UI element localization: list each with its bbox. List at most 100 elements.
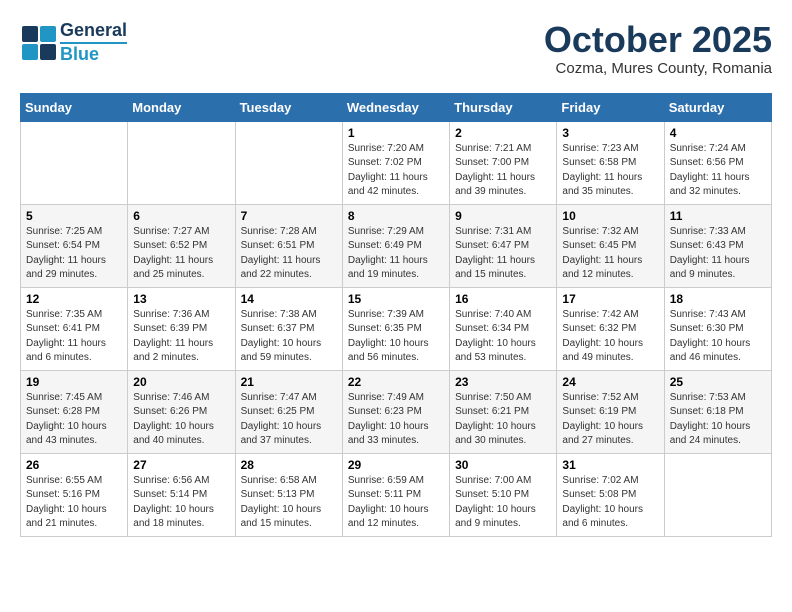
calendar-cell: 7 Sunrise: 7:28 AM Sunset: 6:51 PM Daylig… xyxy=(235,204,342,287)
day-number: 29 xyxy=(348,458,444,472)
day-number: 2 xyxy=(455,126,551,140)
day-number: 10 xyxy=(562,209,658,223)
calendar-cell: 17Sunrise: 7:42 AM Sunset: 6:32 PM Dayli… xyxy=(557,287,664,370)
day-number: 16 xyxy=(455,292,551,306)
day-number: 5 xyxy=(26,209,122,223)
day-info: Sunrise: 7:28 AM Sunset: 6:51 PM Dayligh… xyxy=(241,225,337,283)
day-info: Sunrise: 7:47 AM Sunset: 6:25 PM Dayligh… xyxy=(241,391,337,449)
week-row-1: 1 Sunrise: 7:20 AM Sunset: 7:02 PM Daylig… xyxy=(21,121,772,204)
month-title: October 2025 xyxy=(544,20,772,60)
day-number: 15 xyxy=(348,292,444,306)
day-info: Sunrise: 7:43 AM Sunset: 6:30 PM Dayligh… xyxy=(670,308,766,366)
day-info: Sunrise: 7:50 AM Sunset: 6:21 PM Dayligh… xyxy=(455,391,551,449)
day-number: 22 xyxy=(348,375,444,389)
weekday-header-thursday: Thursday xyxy=(450,93,557,121)
calendar-cell: 29Sunrise: 6:59 AM Sunset: 5:11 PM Dayli… xyxy=(342,453,449,536)
calendar-cell: 16 Sunrise: 7:40 AM Sunset: 6:34 PM Dayli… xyxy=(450,287,557,370)
calendar-cell: 23Sunrise: 7:50 AM Sunset: 6:21 PM Dayli… xyxy=(450,370,557,453)
weekday-header-friday: Friday xyxy=(557,93,664,121)
calendar-cell: 5 Sunrise: 7:25 AM Sunset: 6:54 PM Daylig… xyxy=(21,204,128,287)
day-info: Sunrise: 7:25 AM Sunset: 6:54 PM Dayligh… xyxy=(26,225,122,283)
week-row-2: 5 Sunrise: 7:25 AM Sunset: 6:54 PM Daylig… xyxy=(21,204,772,287)
calendar-cell: 24 Sunrise: 7:52 AM Sunset: 6:19 PM Dayli… xyxy=(557,370,664,453)
day-number: 11 xyxy=(670,209,766,223)
day-number: 21 xyxy=(241,375,337,389)
calendar-cell xyxy=(235,121,342,204)
calendar-cell: 10 Sunrise: 7:32 AM Sunset: 6:45 PM Dayli… xyxy=(557,204,664,287)
day-info: Sunrise: 6:55 AM Sunset: 5:16 PM Dayligh… xyxy=(26,474,122,532)
day-number: 30 xyxy=(455,458,551,472)
calendar-cell: 20 Sunrise: 7:46 AM Sunset: 6:26 PM Dayli… xyxy=(128,370,235,453)
logo-text-blue: Blue xyxy=(60,42,127,66)
title-block: October 2025 Cozma, Mures County, Romani… xyxy=(544,20,772,77)
page-header: General Blue October 2025 Cozma, Mures C… xyxy=(20,20,772,77)
weekday-header-row: SundayMondayTuesdayWednesdayThursdayFrid… xyxy=(21,93,772,121)
day-number: 13 xyxy=(133,292,229,306)
calendar-cell: 3 Sunrise: 7:23 AM Sunset: 6:58 PM Daylig… xyxy=(557,121,664,204)
calendar-cell xyxy=(128,121,235,204)
logo-icon xyxy=(20,24,58,62)
day-number: 28 xyxy=(241,458,337,472)
day-info: Sunrise: 7:29 AM Sunset: 6:49 PM Dayligh… xyxy=(348,225,444,283)
day-info: Sunrise: 7:36 AM Sunset: 6:39 PM Dayligh… xyxy=(133,308,229,366)
day-info: Sunrise: 7:46 AM Sunset: 6:26 PM Dayligh… xyxy=(133,391,229,449)
day-info: Sunrise: 7:27 AM Sunset: 6:52 PM Dayligh… xyxy=(133,225,229,283)
day-number: 4 xyxy=(670,126,766,140)
calendar-cell: 25Sunrise: 7:53 AM Sunset: 6:18 PM Dayli… xyxy=(664,370,771,453)
calendar-cell: 1 Sunrise: 7:20 AM Sunset: 7:02 PM Daylig… xyxy=(342,121,449,204)
calendar-cell: 28 Sunrise: 6:58 AM Sunset: 5:13 PM Dayli… xyxy=(235,453,342,536)
week-row-5: 26 Sunrise: 6:55 AM Sunset: 5:16 PM Dayli… xyxy=(21,453,772,536)
calendar-cell: 4 Sunrise: 7:24 AM Sunset: 6:56 PM Daylig… xyxy=(664,121,771,204)
day-number: 1 xyxy=(348,126,444,140)
calendar-cell: 18Sunrise: 7:43 AM Sunset: 6:30 PM Dayli… xyxy=(664,287,771,370)
location-subtitle: Cozma, Mures County, Romania xyxy=(544,60,772,77)
logo-text-general: General xyxy=(60,20,127,42)
day-info: Sunrise: 7:40 AM Sunset: 6:34 PM Dayligh… xyxy=(455,308,551,366)
day-number: 12 xyxy=(26,292,122,306)
calendar-cell: 26 Sunrise: 6:55 AM Sunset: 5:16 PM Dayli… xyxy=(21,453,128,536)
calendar-cell: 30 Sunrise: 7:00 AM Sunset: 5:10 PM Dayli… xyxy=(450,453,557,536)
calendar-cell: 11 Sunrise: 7:33 AM Sunset: 6:43 PM Dayli… xyxy=(664,204,771,287)
day-number: 20 xyxy=(133,375,229,389)
weekday-header-tuesday: Tuesday xyxy=(235,93,342,121)
day-info: Sunrise: 7:33 AM Sunset: 6:43 PM Dayligh… xyxy=(670,225,766,283)
day-info: Sunrise: 7:49 AM Sunset: 6:23 PM Dayligh… xyxy=(348,391,444,449)
weekday-header-wednesday: Wednesday xyxy=(342,93,449,121)
calendar-cell: 31 Sunrise: 7:02 AM Sunset: 5:08 PM Dayli… xyxy=(557,453,664,536)
calendar-cell: 6Sunrise: 7:27 AM Sunset: 6:52 PM Daylig… xyxy=(128,204,235,287)
day-info: Sunrise: 7:21 AM Sunset: 7:00 PM Dayligh… xyxy=(455,142,551,200)
calendar-cell xyxy=(21,121,128,204)
day-number: 3 xyxy=(562,126,658,140)
week-row-4: 19 Sunrise: 7:45 AM Sunset: 6:28 PM Dayli… xyxy=(21,370,772,453)
day-info: Sunrise: 7:45 AM Sunset: 6:28 PM Dayligh… xyxy=(26,391,122,449)
day-info: Sunrise: 7:24 AM Sunset: 6:56 PM Dayligh… xyxy=(670,142,766,200)
day-number: 19 xyxy=(26,375,122,389)
day-info: Sunrise: 7:52 AM Sunset: 6:19 PM Dayligh… xyxy=(562,391,658,449)
day-info: Sunrise: 7:31 AM Sunset: 6:47 PM Dayligh… xyxy=(455,225,551,283)
day-number: 27 xyxy=(133,458,229,472)
day-info: Sunrise: 7:32 AM Sunset: 6:45 PM Dayligh… xyxy=(562,225,658,283)
calendar-cell: 22 Sunrise: 7:49 AM Sunset: 6:23 PM Dayli… xyxy=(342,370,449,453)
weekday-header-sunday: Sunday xyxy=(21,93,128,121)
day-info: Sunrise: 7:20 AM Sunset: 7:02 PM Dayligh… xyxy=(348,142,444,200)
day-number: 24 xyxy=(562,375,658,389)
day-number: 17 xyxy=(562,292,658,306)
week-row-3: 12Sunrise: 7:35 AM Sunset: 6:41 PM Dayli… xyxy=(21,287,772,370)
day-number: 9 xyxy=(455,209,551,223)
day-number: 31 xyxy=(562,458,658,472)
day-info: Sunrise: 7:02 AM Sunset: 5:08 PM Dayligh… xyxy=(562,474,658,532)
day-info: Sunrise: 7:23 AM Sunset: 6:58 PM Dayligh… xyxy=(562,142,658,200)
day-number: 14 xyxy=(241,292,337,306)
calendar-cell: 12Sunrise: 7:35 AM Sunset: 6:41 PM Dayli… xyxy=(21,287,128,370)
day-number: 25 xyxy=(670,375,766,389)
day-info: Sunrise: 7:00 AM Sunset: 5:10 PM Dayligh… xyxy=(455,474,551,532)
day-number: 26 xyxy=(26,458,122,472)
calendar-cell: 13 Sunrise: 7:36 AM Sunset: 6:39 PM Dayli… xyxy=(128,287,235,370)
day-number: 7 xyxy=(241,209,337,223)
calendar-cell: 21 Sunrise: 7:47 AM Sunset: 6:25 PM Dayli… xyxy=(235,370,342,453)
calendar-cell: 9 Sunrise: 7:31 AM Sunset: 6:47 PM Daylig… xyxy=(450,204,557,287)
day-info: Sunrise: 6:56 AM Sunset: 5:14 PM Dayligh… xyxy=(133,474,229,532)
calendar-cell: 2 Sunrise: 7:21 AM Sunset: 7:00 PM Daylig… xyxy=(450,121,557,204)
day-info: Sunrise: 6:58 AM Sunset: 5:13 PM Dayligh… xyxy=(241,474,337,532)
calendar-cell: 8Sunrise: 7:29 AM Sunset: 6:49 PM Daylig… xyxy=(342,204,449,287)
